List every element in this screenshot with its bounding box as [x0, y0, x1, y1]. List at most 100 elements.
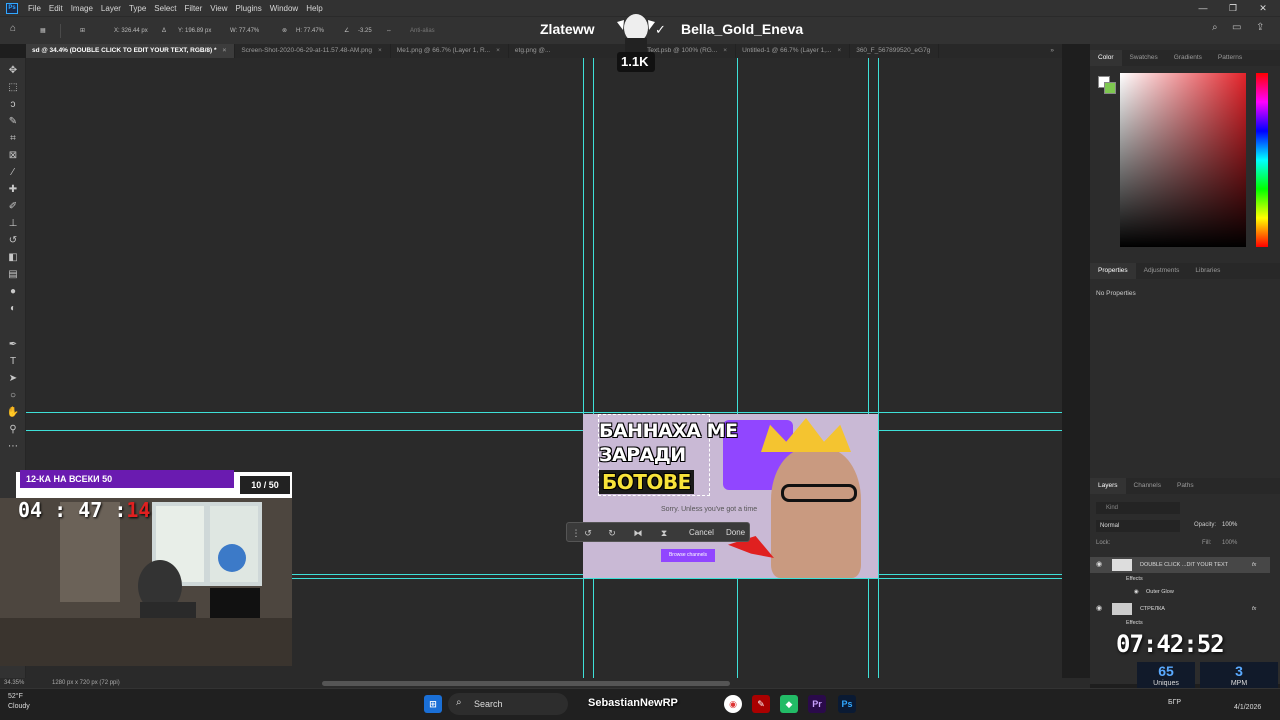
- menu-file[interactable]: File: [24, 4, 45, 13]
- tab-document[interactable]: 360_F_567899520_eG7g: [850, 44, 940, 58]
- blur-tool-icon[interactable]: ●: [6, 285, 20, 299]
- gradient-tool-icon[interactable]: ▤: [6, 268, 20, 282]
- tab-swatches[interactable]: Swatches: [1122, 50, 1166, 66]
- close-tab-icon[interactable]: ×: [723, 47, 727, 54]
- interpolation-icon[interactable]: ⇔: [386, 26, 392, 36]
- angle-field[interactable]: -3.25: [358, 26, 372, 36]
- maximize-button[interactable]: ❐: [1218, 0, 1248, 16]
- share-icon[interactable]: ⇪: [1256, 23, 1264, 33]
- eyedropper-tool-icon[interactable]: ⁄: [6, 166, 20, 180]
- layer-filter-kind[interactable]: Kind: [1096, 502, 1180, 514]
- pen-tool-icon[interactable]: ✒: [6, 338, 20, 352]
- eraser-tool-icon[interactable]: ◧: [6, 251, 20, 265]
- shape-tool-icon[interactable]: ○: [6, 389, 20, 403]
- blend-mode-select[interactable]: Normal: [1096, 520, 1180, 532]
- stamp-tool-icon[interactable]: ⊥: [6, 217, 20, 231]
- more-tools-icon[interactable]: ⋯: [6, 440, 20, 454]
- zoom-level[interactable]: 34.35%: [4, 678, 24, 688]
- tab-gradients[interactable]: Gradients: [1166, 50, 1210, 66]
- weather-widget[interactable]: 52°F Cloudy: [8, 692, 30, 712]
- height-field[interactable]: H: 77.47%: [296, 26, 324, 36]
- menu-window[interactable]: Window: [266, 4, 302, 13]
- brush-tool-icon[interactable]: ✐: [6, 200, 20, 214]
- close-tab-icon[interactable]: ×: [378, 47, 382, 54]
- tab-document-active[interactable]: sd @ 34.4% (DOUBLE CLICK TO EDIT YOUR TE…: [26, 44, 236, 58]
- tab-channels[interactable]: Channels: [1126, 478, 1169, 494]
- dodge-tool-icon[interactable]: ◐: [6, 302, 20, 316]
- menu-filter[interactable]: Filter: [181, 4, 207, 13]
- done-button[interactable]: Done: [726, 528, 745, 537]
- layer-effects-row[interactable]: Effects: [1090, 615, 1270, 631]
- close-tab-icon[interactable]: ×: [496, 47, 500, 54]
- path-select-tool-icon[interactable]: ➤: [6, 372, 20, 386]
- rotate-left-icon[interactable]: ↺: [581, 526, 595, 540]
- move-tool-icon[interactable]: ✥: [6, 64, 20, 78]
- taskbar-search[interactable]: Search: [448, 693, 568, 715]
- lasso-tool-icon[interactable]: ↄ: [6, 98, 20, 112]
- tab-adjustments[interactable]: Adjustments: [1136, 263, 1188, 279]
- menu-view[interactable]: View: [206, 4, 231, 13]
- quick-select-tool-icon[interactable]: ✎: [6, 115, 20, 129]
- opacity-field[interactable]: 100%: [1222, 522, 1237, 528]
- tab-paths[interactable]: Paths: [1169, 478, 1202, 494]
- background-color-swatch[interactable]: [1104, 82, 1116, 94]
- frame-tool-icon[interactable]: ⊠: [6, 149, 20, 163]
- tab-patterns[interactable]: Patterns: [1210, 50, 1250, 66]
- tab-libraries[interactable]: Libraries: [1187, 263, 1228, 279]
- tab-document[interactable]: Me1.png @ 66.7% (Layer 1, R... ×: [391, 44, 509, 58]
- system-date[interactable]: 4/1/2026: [1234, 704, 1261, 711]
- close-tab-icon[interactable]: ×: [837, 47, 841, 54]
- reference-point-icon[interactable]: ⊞: [80, 26, 85, 36]
- antialias-label[interactable]: Anti-alias: [410, 26, 435, 36]
- menu-edit[interactable]: Edit: [45, 4, 67, 13]
- language-indicator[interactable]: БГР: [1168, 699, 1181, 706]
- rotate-right-icon[interactable]: ↻: [605, 526, 619, 540]
- warp-icon[interactable]: ⧗: [657, 526, 671, 540]
- thumbnail-artwork[interactable]: БАННАХА МЕ ЗАРАДИ БОТОВЕ Sorry. Unless y…: [583, 414, 878, 578]
- menu-type[interactable]: Type: [125, 4, 150, 13]
- text-selection-box[interactable]: [598, 414, 710, 496]
- tab-layers[interactable]: Layers: [1090, 478, 1126, 494]
- minimize-button[interactable]: —: [1188, 0, 1218, 16]
- hand-tool-icon[interactable]: ✋: [6, 406, 20, 420]
- menu-plugins[interactable]: Plugins: [232, 4, 266, 13]
- tab-document[interactable]: Untitled-1 @ 66.7% (Layer 1,... ×: [736, 44, 851, 58]
- transform-options-icon[interactable]: ▦: [40, 26, 46, 36]
- menu-layer[interactable]: Layer: [97, 4, 125, 13]
- flip-icon[interactable]: ⧓: [631, 526, 645, 540]
- y-position-field[interactable]: Y: 196.89 px: [178, 26, 211, 36]
- x-position-field[interactable]: X: 326.44 px: [114, 26, 148, 36]
- menu-help[interactable]: Help: [302, 4, 326, 13]
- layer-effect-row[interactable]: ◉ Outer Glow: [1090, 584, 1270, 600]
- history-brush-tool-icon[interactable]: ↺: [6, 234, 20, 248]
- tab-color[interactable]: Color: [1090, 50, 1122, 66]
- fill-field[interactable]: 100%: [1222, 540, 1237, 546]
- horizontal-scrollbar[interactable]: [322, 681, 730, 686]
- workspace-icon[interactable]: ▭: [1232, 23, 1241, 33]
- close-tab-icon[interactable]: ×: [223, 47, 227, 54]
- color-picker-field[interactable]: [1120, 73, 1246, 247]
- search-icon[interactable]: ⌕: [1212, 23, 1218, 33]
- close-button[interactable]: ✕: [1248, 0, 1278, 16]
- link-icon[interactable]: ⊗: [282, 26, 287, 36]
- menu-select[interactable]: Select: [150, 4, 180, 13]
- app-icon[interactable]: ◆: [780, 695, 798, 713]
- healing-tool-icon[interactable]: ✚: [6, 183, 20, 197]
- app-icon[interactable]: ✎: [752, 695, 770, 713]
- home-icon[interactable]: ⌂: [10, 24, 16, 34]
- windows-start-icon[interactable]: ⊞: [424, 695, 442, 713]
- photoshop-taskbar-icon[interactable]: Ps: [838, 695, 856, 713]
- menu-image[interactable]: Image: [67, 4, 97, 13]
- crop-tool-icon[interactable]: ⌗: [6, 132, 20, 146]
- hue-slider[interactable]: [1256, 73, 1268, 247]
- eye-icon[interactable]: ◉: [1134, 584, 1139, 600]
- tab-document[interactable]: Screen-Shot-2020-06-29-at-11.57.48-AM.pn…: [235, 44, 391, 58]
- premiere-icon[interactable]: Pr: [808, 695, 826, 713]
- width-field[interactable]: W: 77.47%: [230, 26, 259, 36]
- cancel-button[interactable]: Cancel: [689, 528, 714, 537]
- type-tool-icon[interactable]: T: [6, 355, 20, 369]
- zoom-tool-icon[interactable]: ⚲: [6, 423, 20, 437]
- tab-properties[interactable]: Properties: [1090, 263, 1136, 279]
- marquee-tool-icon[interactable]: ⬚: [6, 81, 20, 95]
- more-tabs-icon[interactable]: »: [1044, 44, 1062, 58]
